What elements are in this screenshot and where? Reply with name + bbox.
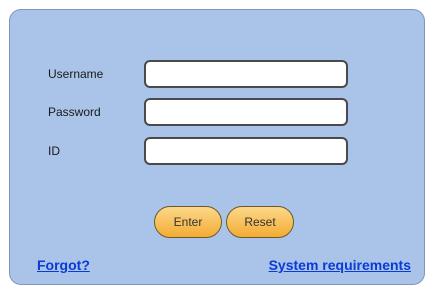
- password-input[interactable]: [144, 98, 348, 126]
- system-requirements-link[interactable]: System requirements: [269, 257, 411, 273]
- username-row: Username: [10, 60, 424, 90]
- id-row: ID: [10, 137, 424, 167]
- login-panel: Username Password ID Enter Reset Forgot?…: [9, 9, 425, 285]
- username-label: Username: [48, 67, 104, 81]
- forgot-link[interactable]: Forgot?: [37, 257, 90, 273]
- id-input[interactable]: [144, 137, 348, 165]
- username-input[interactable]: [144, 60, 348, 88]
- password-row: Password: [10, 98, 424, 128]
- password-label: Password: [48, 105, 101, 119]
- reset-button[interactable]: Reset: [226, 206, 294, 238]
- enter-button[interactable]: Enter: [154, 206, 222, 238]
- id-label: ID: [48, 144, 60, 158]
